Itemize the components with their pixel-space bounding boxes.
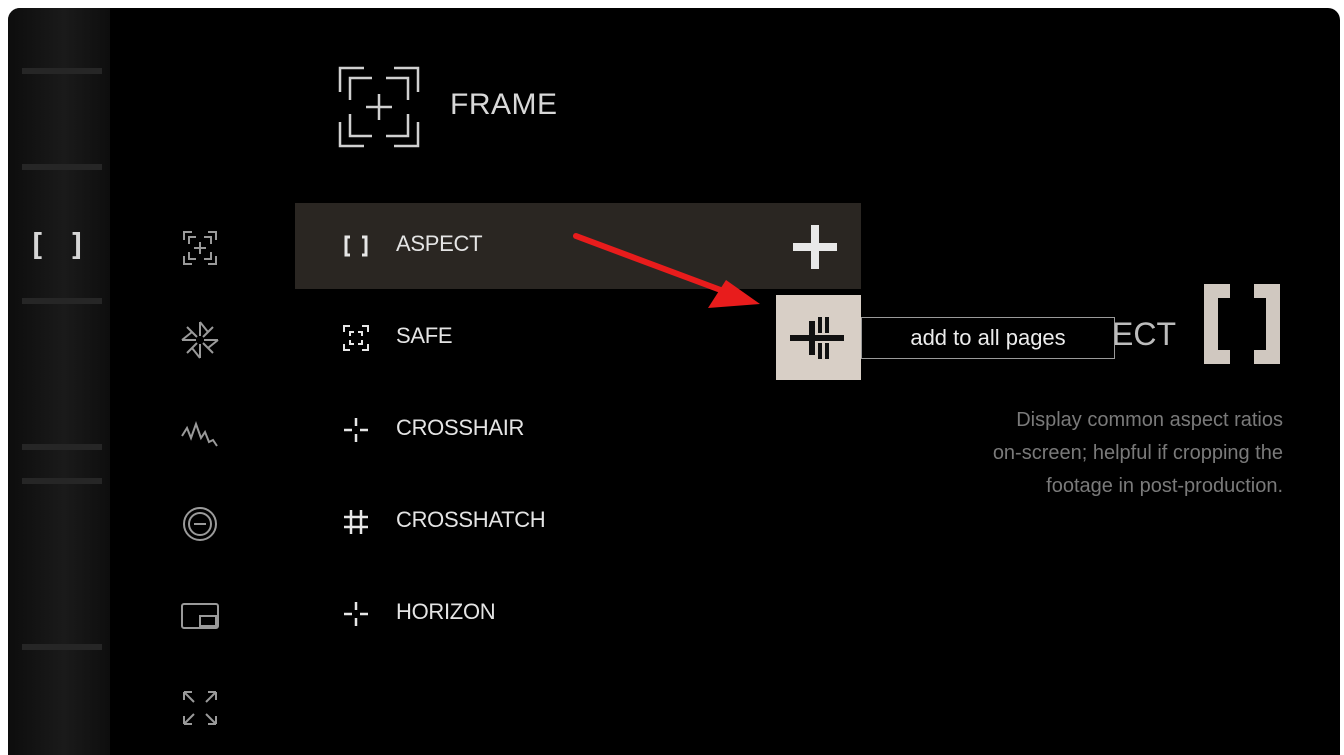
strip-decoration [22,478,102,650]
left-strip: [ ] [8,8,110,755]
list-item-label: CROSSHAIR [396,415,525,440]
detail-title: ECT [1112,316,1176,352]
crosshatch-icon [341,507,371,537]
list-item-label: HORIZON [396,599,496,624]
picture-in-picture-icon[interactable] [176,592,224,640]
list-item-label: ASPECT [396,231,483,256]
crosshair-icon [341,415,371,445]
frame-icon[interactable] [176,224,224,272]
strip-decoration [22,298,102,450]
bracket-icon [1196,278,1288,370]
expand-icon[interactable] [176,684,224,732]
list-item-crosshatch[interactable]: CROSSHATCH [295,479,861,565]
add-to-pages-icon [790,317,844,359]
tooltip: add to all pages [861,317,1115,359]
shutter-icon[interactable] [176,316,224,364]
exposure-icon[interactable] [176,500,224,548]
list-item-horizon[interactable]: HORIZON [295,571,861,657]
list-item-label: SAFE [396,323,453,348]
plus-icon[interactable] [789,221,841,273]
add-to-all-pages-button[interactable] [776,295,861,380]
list-item-crosshair[interactable]: CROSSHAIR [295,387,861,473]
page-title: FRAME [450,88,558,121]
description-line: Display common aspect ratios [1016,409,1283,431]
list-item-aspect[interactable]: ASPECT [295,203,861,289]
strip-decoration [22,68,102,170]
description-line: on-screen; helpful if cropping the [992,442,1283,464]
waveform-icon[interactable] [176,408,224,456]
detail-description: Display common aspect ratios on-screen; … [883,404,1283,503]
horizon-icon [341,599,371,629]
safe-frame-icon [341,323,371,353]
bracket-icon [341,231,371,261]
list-item-label: CROSSHATCH [396,507,546,532]
app-screen: [ ] FRAME ASPECT SAFE CROSSHAIR CROSSHAT… [8,8,1340,755]
bracket-icon[interactable]: [ ] [28,226,86,266]
frame-icon [334,62,424,152]
description-line: footage in post-production. [1046,475,1283,497]
